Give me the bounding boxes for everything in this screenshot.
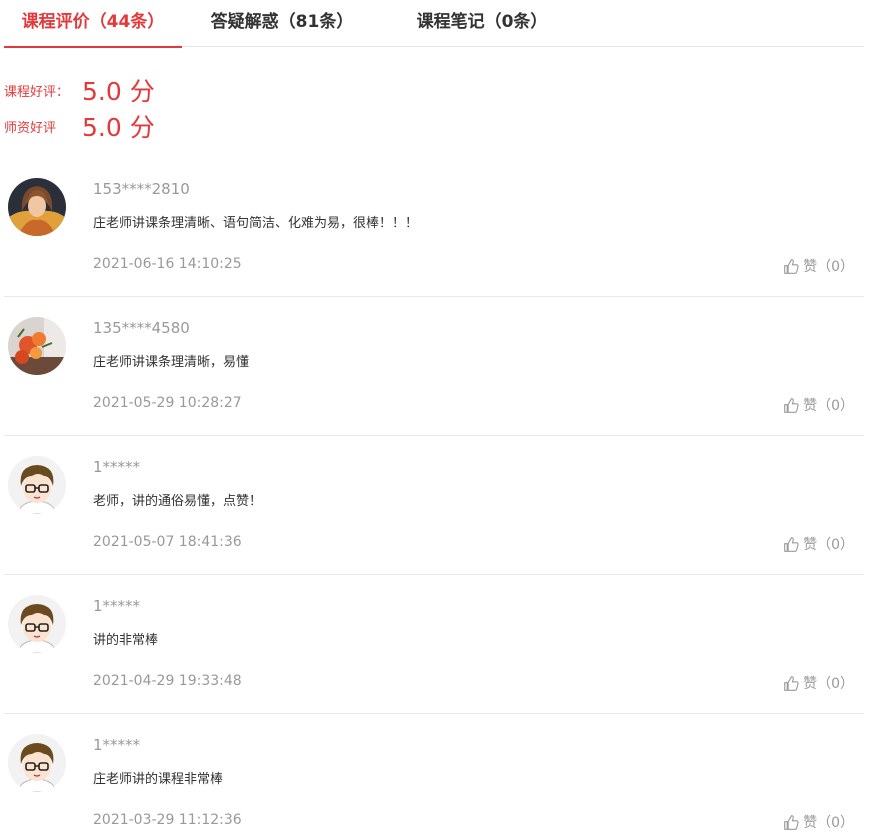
review-item: 1***** 庄老师讲的课程非常棒 2021-03-29 11:12:36 赞（… [4,714,864,838]
user-avatar [8,595,66,653]
review-tabs: 课程评价（44条） 答疑解惑（81条） 课程笔记（0条） [4,0,864,48]
like-count: 赞（0） [803,259,854,275]
like-button[interactable]: 赞（0） [783,256,854,276]
thumbs-up-icon [784,536,799,552]
review-text: 庄老师讲课条理清晰，易懂 [93,355,250,370]
review-list: 153****2810 庄老师讲课条理清晰、语句简洁、化难为易，很棒！！！ 20… [4,158,864,838]
thumbs-up-icon [784,258,799,274]
teacher-rating-label: 师资好评 [4,120,57,136]
tab-questions-answers[interactable]: 答疑解惑（81条） [182,0,382,47]
tab-course-notes[interactable]: 课程笔记（0条） [382,0,582,47]
user-avatar [8,178,66,236]
thumbs-up-icon [784,814,799,830]
user-avatar [8,734,66,792]
review-item: 153****2810 庄老师讲课条理清晰、语句简洁、化难为易，很棒！！！ 20… [4,158,864,297]
review-username: 1***** [93,458,141,476]
review-time: 2021-05-29 10:28:27 [93,395,242,411]
review-item: 135****4580 庄老师讲课条理清晰，易懂 2021-05-29 10:2… [4,297,864,436]
review-time: 2021-05-07 18:41:36 [93,534,242,550]
teacher-rating-value: 5.0 分 [82,113,155,142]
tab-course-reviews[interactable]: 课程评价（44条） [4,0,182,48]
review-item: 1***** 老师，讲的通俗易懂，点赞！ 2021-05-07 18:41:36… [4,436,864,575]
review-text: 庄老师讲课条理清晰、语句简洁、化难为易，很棒！！！ [93,216,419,231]
like-count: 赞（0） [803,676,854,692]
like-count: 赞（0） [803,537,854,553]
review-time: 2021-03-29 11:12:36 [93,812,242,828]
course-rating-label: 课程好评： [4,84,70,100]
like-button[interactable]: 赞（0） [783,673,854,693]
review-text: 老师，讲的通俗易懂，点赞！ [93,494,263,509]
course-rating-value: 5.0 分 [82,77,155,106]
review-username: 1***** [93,597,141,615]
review-item: 1***** 讲的非常棒 2021-04-29 19:33:48 赞（0） [4,575,864,714]
like-button[interactable]: 赞（0） [783,534,854,554]
review-time: 2021-06-16 14:10:25 [93,256,242,272]
like-count: 赞（0） [803,815,854,831]
review-username: 153****2810 [93,180,190,198]
review-time: 2021-04-29 19:33:48 [93,673,242,689]
like-button[interactable]: 赞（0） [783,812,854,832]
user-avatar [8,317,66,375]
course-rating-row: 课程好评： 5.0 分 [4,72,155,108]
review-username: 135****4580 [93,319,190,337]
review-text: 庄老师讲的课程非常棒 [93,772,224,787]
user-avatar [8,456,66,514]
thumbs-up-icon [784,397,799,413]
review-username: 1***** [93,736,141,754]
teacher-rating-row: 师资好评 5.0 分 [4,108,155,144]
review-text: 讲的非常棒 [93,633,159,648]
like-button[interactable]: 赞（0） [783,395,854,415]
like-count: 赞（0） [803,398,854,414]
thumbs-up-icon [784,675,799,691]
